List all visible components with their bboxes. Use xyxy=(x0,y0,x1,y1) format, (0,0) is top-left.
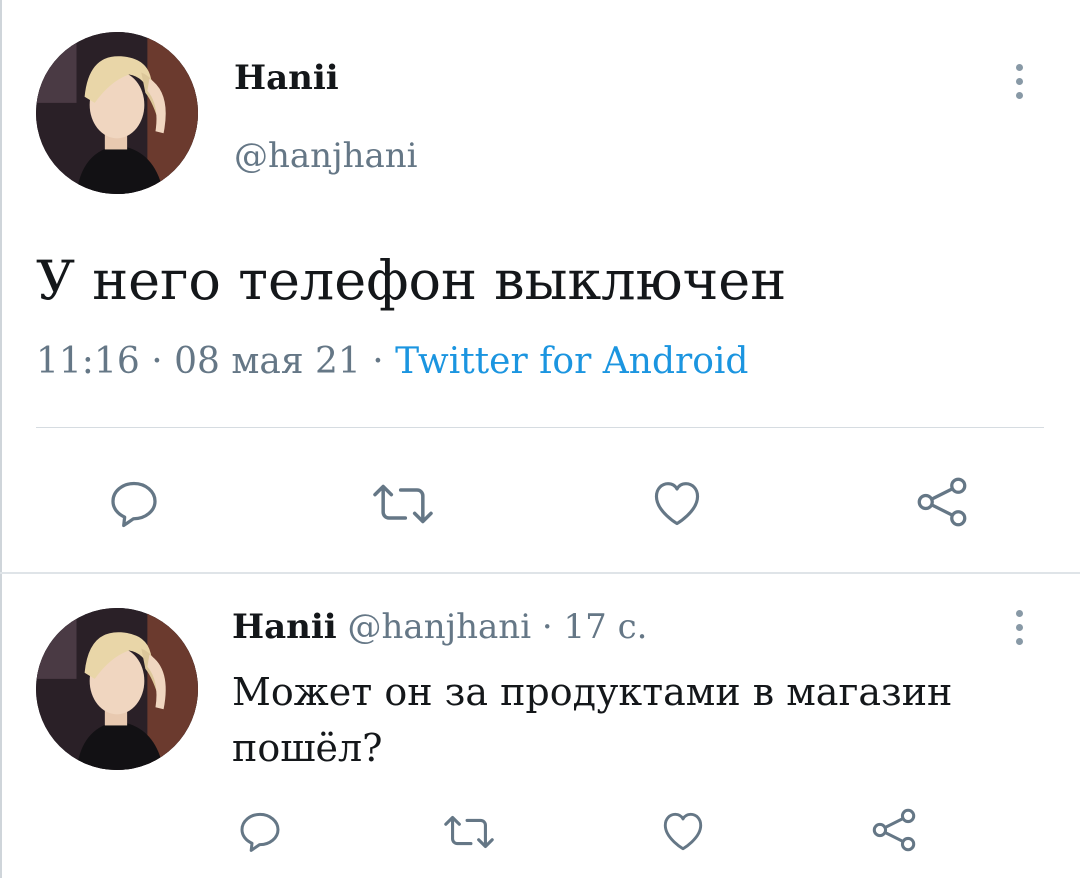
tweet-text: Может он за продуктами в магазин пошёл? xyxy=(232,670,953,770)
reply-icon[interactable] xyxy=(236,808,284,856)
retweet-icon[interactable] xyxy=(368,476,438,532)
tweet-meta: 11:16 · 08 мая 21 · Twitter for Android xyxy=(36,338,748,386)
author-handle[interactable]: @hanjhani xyxy=(348,607,532,647)
like-icon[interactable] xyxy=(648,474,706,532)
meta-separator: · xyxy=(372,341,384,382)
more-options-icon[interactable] xyxy=(1014,64,1024,106)
tweet-source-link[interactable]: Twitter for Android xyxy=(395,341,748,382)
author-handle[interactable]: @hanjhani xyxy=(234,136,418,176)
tweet-date: 08 мая 21 xyxy=(174,341,361,382)
avatar[interactable] xyxy=(36,32,198,194)
tweet-time: 11:16 xyxy=(36,341,140,382)
tweet-text: У него телефон выключен xyxy=(36,249,787,312)
divider xyxy=(36,427,1044,428)
like-icon[interactable] xyxy=(658,806,708,856)
main-tweet: Hanii @hanjhani У него телефон выключен … xyxy=(0,0,1080,572)
tweet-time: 17 с. xyxy=(563,607,648,647)
author-name[interactable]: Hanii xyxy=(234,58,339,98)
reply-icon[interactable] xyxy=(106,476,162,532)
avatar-photo xyxy=(36,608,198,770)
more-options-icon[interactable] xyxy=(1014,610,1024,652)
reply-header: Hanii @hanjhani · 17 с. xyxy=(232,606,647,648)
avatar[interactable] xyxy=(36,608,198,770)
share-icon[interactable] xyxy=(912,472,972,532)
section-separator xyxy=(0,572,1080,574)
retweet-icon[interactable] xyxy=(440,808,498,856)
meta-separator: · xyxy=(541,607,553,647)
meta-separator: · xyxy=(151,341,163,382)
avatar-photo xyxy=(36,32,198,194)
share-icon[interactable] xyxy=(868,804,920,856)
author-name[interactable]: Hanii xyxy=(232,607,337,647)
